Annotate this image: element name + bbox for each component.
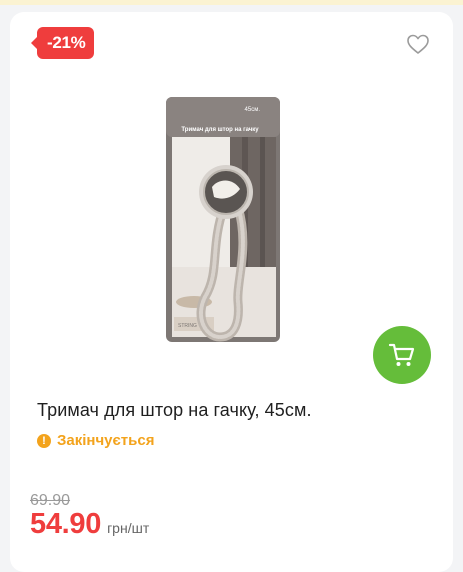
current-price: 54.90 xyxy=(30,508,102,540)
price-unit: грн/шт xyxy=(107,520,150,536)
stock-status-text: Закінчується xyxy=(57,432,155,449)
product-title[interactable]: Тримач для штор на гачку, 45см. xyxy=(37,400,437,421)
price-row: 54.90 грн/шт xyxy=(30,508,149,541)
shopping-cart-icon xyxy=(388,343,415,366)
discount-badge: -21% xyxy=(31,27,94,59)
wishlist-button[interactable] xyxy=(406,33,430,55)
heart-outline-icon xyxy=(407,34,429,54)
packaging-title: Тримач для штор на гачку xyxy=(181,127,259,133)
top-divider xyxy=(0,0,463,5)
exclamation-circle-icon: ! xyxy=(37,433,51,448)
product-card[interactable]: -21% 45см. Тримач для штор на гачку STRI… xyxy=(10,12,453,572)
stock-status: ! Закінчується xyxy=(37,432,154,449)
add-to-cart-button[interactable] xyxy=(373,326,431,384)
product-photo: 45см. Тримач для штор на гачку STRING xyxy=(166,97,280,342)
packaging-tag: STRING xyxy=(178,323,197,329)
product-image[interactable]: 45см. Тримач для штор на гачку STRING xyxy=(160,97,290,352)
packaging-size: 45см. xyxy=(245,107,261,113)
